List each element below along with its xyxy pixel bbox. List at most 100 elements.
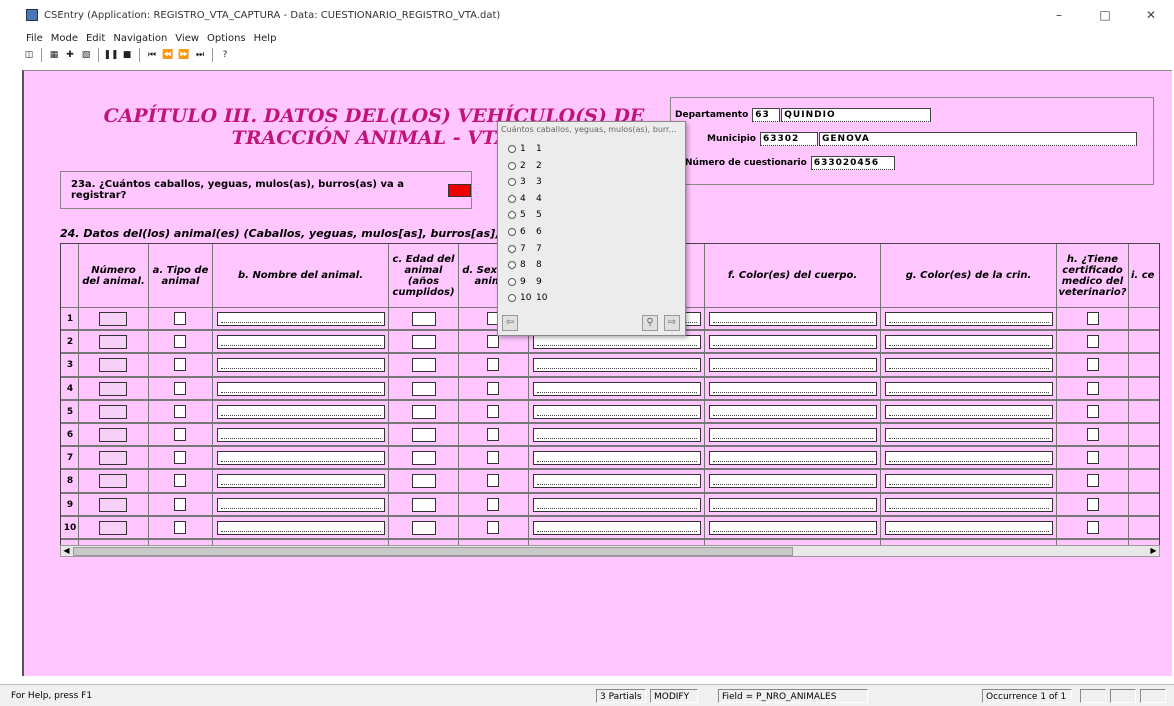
scrollbar-thumb[interactable]: [73, 547, 793, 556]
tipo-checkbox[interactable]: [174, 497, 186, 511]
radio-icon[interactable]: [508, 228, 516, 236]
e-field[interactable]: [533, 474, 701, 489]
minimize-button[interactable]: –: [1036, 0, 1082, 30]
cuestionario-field[interactable]: 633020456: [810, 156, 895, 170]
nombre-field[interactable]: [217, 497, 385, 512]
color-crin-field[interactable]: [885, 520, 1053, 535]
sexo-checkbox[interactable]: [487, 358, 499, 372]
e-field[interactable]: [533, 428, 701, 442]
certificado-checkbox[interactable]: [1087, 312, 1099, 325]
certificado-checkbox[interactable]: [1087, 428, 1099, 441]
popup-option[interactable]: 11: [508, 144, 542, 154]
radio-icon[interactable]: [508, 211, 516, 220]
edad-field[interactable]: [412, 428, 436, 442]
sexo-checkbox[interactable]: [487, 404, 499, 418]
sexo-checkbox[interactable]: [487, 381, 499, 395]
nombre-field[interactable]: [217, 381, 385, 396]
color-crin-field[interactable]: [885, 497, 1053, 512]
e-field[interactable]: [533, 381, 701, 396]
popup-option[interactable]: 55: [508, 210, 542, 220]
scroll-left-icon[interactable]: ◀: [61, 546, 72, 556]
nombre-field[interactable]: [217, 404, 385, 419]
color-cuerpo-field[interactable]: [709, 451, 877, 466]
popup-option[interactable]: 88: [508, 260, 542, 270]
sexo-checkbox[interactable]: [487, 451, 499, 465]
numero-field[interactable]: [99, 312, 127, 326]
radio-icon[interactable]: [508, 145, 516, 153]
add-case-icon[interactable]: ▦: [47, 48, 61, 62]
radio-icon[interactable]: [508, 178, 516, 187]
menu-help[interactable]: Help: [250, 33, 281, 44]
sexo-checkbox[interactable]: [487, 474, 499, 488]
sexo-checkbox[interactable]: [487, 497, 499, 511]
popup-option[interactable]: 22: [508, 161, 542, 171]
numero-field[interactable]: [99, 451, 127, 466]
popup-option[interactable]: 33: [508, 177, 542, 187]
municipio-code-field[interactable]: 63302: [760, 132, 818, 146]
color-crin-field[interactable]: [885, 404, 1053, 419]
edad-field[interactable]: [412, 381, 436, 396]
menu-options[interactable]: Options: [203, 33, 250, 44]
radio-icon[interactable]: [508, 244, 516, 253]
numero-field[interactable]: [99, 358, 127, 373]
numero-field[interactable]: [99, 335, 127, 350]
sexo-checkbox[interactable]: [487, 520, 499, 534]
nombre-field[interactable]: [217, 474, 385, 489]
edad-field[interactable]: [412, 358, 436, 373]
popup-option[interactable]: 99: [508, 277, 542, 287]
color-cuerpo-field[interactable]: [709, 520, 877, 535]
color-crin-field[interactable]: [885, 335, 1053, 350]
color-crin-field[interactable]: [885, 428, 1053, 442]
nombre-field[interactable]: [217, 520, 385, 535]
color-crin-field[interactable]: [885, 312, 1053, 326]
edad-field[interactable]: [412, 474, 436, 489]
radio-icon[interactable]: [508, 261, 516, 270]
nombre-field[interactable]: [217, 451, 385, 466]
color-crin-field[interactable]: [885, 474, 1053, 489]
previous-case-icon[interactable]: ⏪: [161, 48, 175, 62]
pause-icon[interactable]: ❚❚: [103, 48, 118, 62]
popup-option[interactable]: 44: [508, 194, 542, 204]
municipio-name-field[interactable]: GENOVA: [819, 132, 1137, 146]
color-cuerpo-field[interactable]: [709, 381, 877, 396]
tipo-checkbox[interactable]: [174, 381, 186, 395]
scroll-right-icon[interactable]: ▶: [1148, 546, 1159, 556]
last-case-icon[interactable]: ⏭: [193, 48, 207, 62]
tipo-checkbox[interactable]: [174, 335, 186, 349]
popup-option[interactable]: 66: [508, 227, 542, 237]
radio-icon[interactable]: [508, 277, 516, 286]
next-case-icon[interactable]: ⏩: [177, 48, 191, 62]
open-folder-icon[interactable]: ◫: [22, 48, 36, 62]
certificado-checkbox[interactable]: [1087, 335, 1099, 349]
first-case-icon[interactable]: ⏮: [145, 48, 159, 62]
numero-field[interactable]: [99, 381, 127, 396]
numero-field[interactable]: [99, 474, 127, 489]
e-field[interactable]: [533, 451, 701, 466]
menu-navigation[interactable]: Navigation: [109, 33, 171, 44]
certificado-checkbox[interactable]: [1087, 497, 1099, 511]
popup-search-icon[interactable]: ⚲: [642, 315, 658, 331]
stop-icon[interactable]: ■: [120, 48, 134, 62]
certificado-checkbox[interactable]: [1087, 520, 1099, 534]
radio-icon[interactable]: [508, 294, 516, 303]
numero-field[interactable]: [99, 428, 127, 442]
numero-field[interactable]: [99, 520, 127, 535]
tipo-checkbox[interactable]: [174, 474, 186, 488]
color-crin-field[interactable]: [885, 451, 1053, 466]
sexo-checkbox[interactable]: [487, 428, 499, 441]
tipo-checkbox[interactable]: [174, 520, 186, 534]
nombre-field[interactable]: [217, 312, 385, 326]
radio-icon[interactable]: [508, 161, 516, 170]
popup-option[interactable]: 10 10: [508, 293, 547, 303]
menu-view[interactable]: View: [171, 33, 203, 44]
sexo-checkbox[interactable]: [487, 335, 499, 349]
e-field[interactable]: [533, 497, 701, 512]
color-crin-field[interactable]: [885, 358, 1053, 373]
nombre-field[interactable]: [217, 358, 385, 373]
nombre-field[interactable]: [217, 335, 385, 350]
certificado-checkbox[interactable]: [1087, 474, 1099, 488]
insert-case-icon[interactable]: ✚: [63, 48, 77, 62]
e-field[interactable]: [533, 404, 701, 419]
certificado-checkbox[interactable]: [1087, 381, 1099, 395]
departamento-name-field[interactable]: QUINDIO: [781, 108, 932, 122]
